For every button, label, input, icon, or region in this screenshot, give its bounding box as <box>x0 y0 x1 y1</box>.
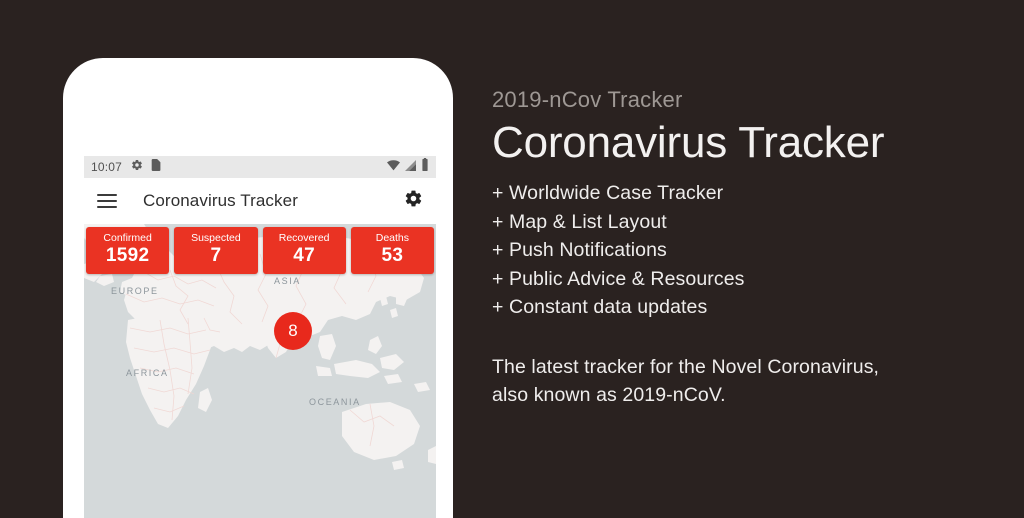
feature-item: + Public Advice & Resources <box>492 267 745 290</box>
stat-card-deaths[interactable]: Deaths 53 <box>350 227 434 274</box>
status-bar-left-icons <box>131 158 161 176</box>
stat-value: 53 <box>381 245 404 266</box>
feature-item: + Constant data updates <box>492 296 708 318</box>
phone-mockup: 10:07 Coronavirus Tracker EUROPE ASIA AF… <box>63 58 453 518</box>
promo-description-line: The latest tracker for the Novel Coronav… <box>492 355 880 378</box>
hamburger-menu-icon[interactable] <box>97 194 117 208</box>
sd-card-icon <box>150 158 161 176</box>
promo-banner: 10:07 Coronavirus Tracker EUROPE ASIA AF… <box>0 0 1024 518</box>
settings-button[interactable] <box>404 189 423 213</box>
promo-headline: Coronavirus Tracker <box>492 118 885 167</box>
status-bar-right-icons <box>387 158 429 176</box>
feature-item: + Push Notifications <box>492 239 667 261</box>
status-bar: 10:07 <box>84 156 436 178</box>
promo-eyebrow: 2019-nCov Tracker <box>492 87 683 112</box>
stat-value: 7 <box>210 245 222 266</box>
battery-icon <box>421 158 429 176</box>
cell-signal-icon <box>405 158 416 176</box>
app-bar: Coronavirus Tracker <box>84 178 436 224</box>
stat-card-suspected[interactable]: Suspected 7 <box>174 227 258 274</box>
feature-item: + Map & List Layout <box>492 210 667 233</box>
stat-card-recovered[interactable]: Recovered 47 <box>262 227 346 274</box>
map-marker-cluster[interactable]: 8 <box>274 312 312 350</box>
stat-value: 1592 <box>105 245 150 266</box>
feature-list: + Worldwide Case Tracker + Map & List La… <box>492 179 1002 322</box>
phone-screen: 10:07 Coronavirus Tracker EUROPE ASIA AF… <box>84 156 436 518</box>
promo-text-panel: 2019-nCov Tracker Coronavirus Tracker + … <box>492 86 1002 409</box>
stats-row: Confirmed 1592 Suspected 7 Recovered 47 … <box>84 224 436 278</box>
gear-icon <box>404 189 423 213</box>
stat-card-confirmed[interactable]: Confirmed 1592 <box>86 227 170 274</box>
stat-label: Confirmed <box>103 232 152 244</box>
status-bar-time: 10:07 <box>91 160 123 174</box>
promo-description-line: also known as 2019-nCoV. <box>492 383 726 406</box>
wifi-icon <box>387 158 400 176</box>
promo-description: The latest tracker for the Novel Coronav… <box>492 353 1002 409</box>
feature-item: + Worldwide Case Tracker <box>492 182 724 204</box>
stat-label: Recovered <box>278 232 330 244</box>
app-bar-title: Coronavirus Tracker <box>143 191 298 210</box>
stat-label: Suspected <box>191 232 241 244</box>
stat-label: Deaths <box>375 232 410 244</box>
stat-value: 47 <box>293 245 315 266</box>
gear-icon <box>131 158 143 176</box>
